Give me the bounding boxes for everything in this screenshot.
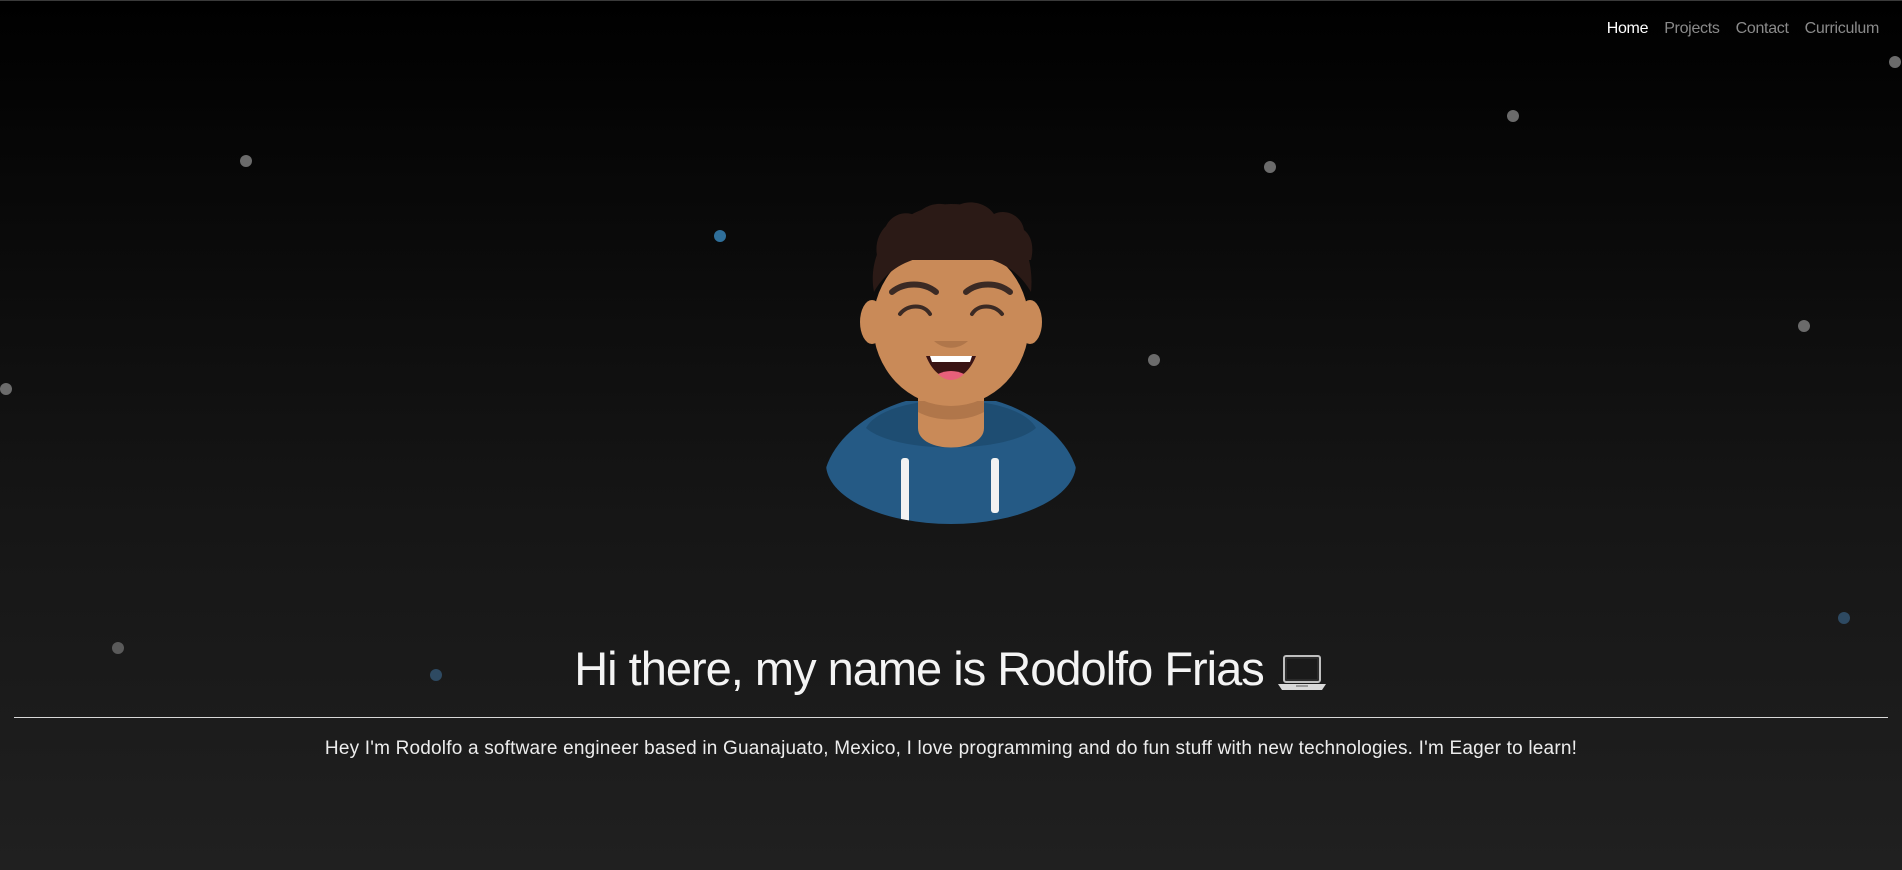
- particle: [0, 383, 12, 395]
- particle: [1798, 320, 1810, 332]
- avatar: [826, 202, 1076, 524]
- nav-contact-link[interactable]: Contact: [1736, 20, 1789, 38]
- nav-curriculum-link[interactable]: Curriculum: [1805, 20, 1880, 38]
- top-border: [0, 0, 1902, 1]
- particle: [1148, 354, 1160, 366]
- particle: [1838, 612, 1850, 624]
- hero-heading: Hi there, my name is Rodolfo Frias: [0, 641, 1902, 696]
- laptop-icon: [1277, 654, 1326, 690]
- nav-projects-link[interactable]: Projects: [1664, 20, 1720, 38]
- particle: [714, 230, 726, 242]
- particle: [240, 155, 252, 167]
- main-nav: Home Projects Contact Curriculum: [1607, 20, 1880, 38]
- particle: [1264, 161, 1276, 173]
- hero-intro-text: Hey I'm Rodolfo a software engineer base…: [324, 738, 1578, 759]
- hero-heading-text: Hi there, my name is Rodolfo Frias: [574, 642, 1265, 695]
- hero-divider: [14, 717, 1888, 718]
- nav-home-link[interactable]: Home: [1607, 20, 1649, 38]
- particle: [1889, 56, 1901, 68]
- particle: [1507, 110, 1519, 122]
